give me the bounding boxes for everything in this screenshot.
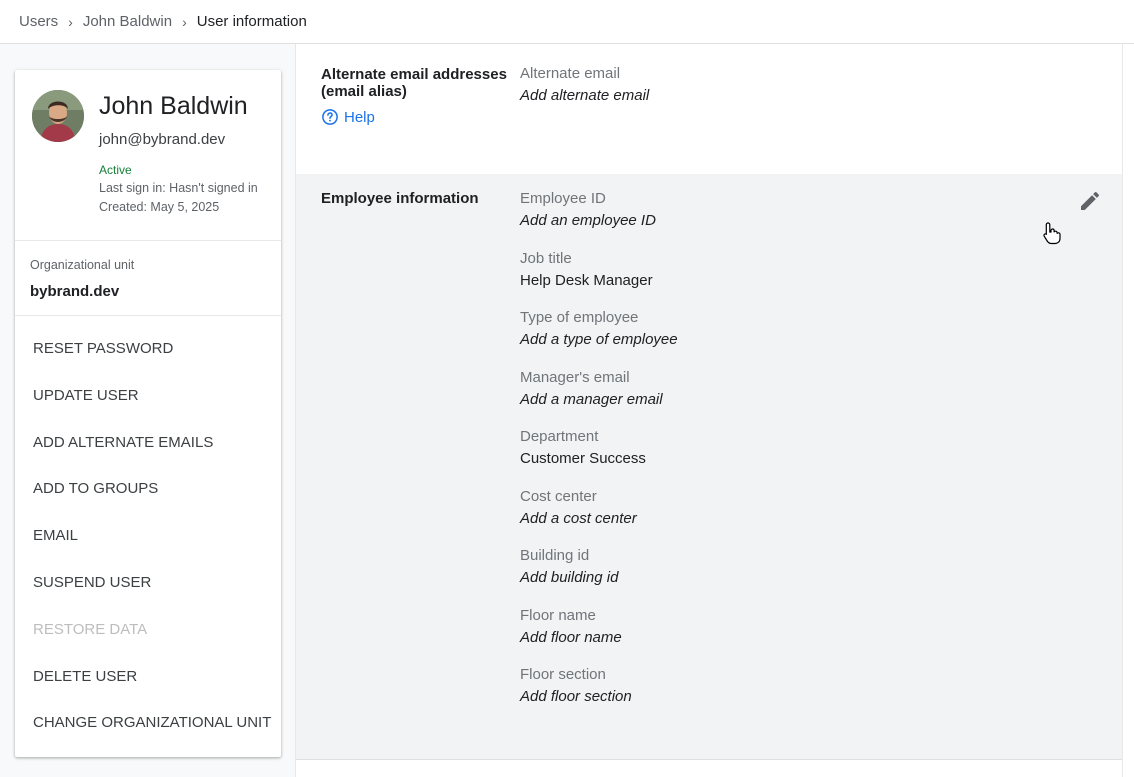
employee-section: Employee information Employee ID Add an …	[296, 174, 1124, 760]
field-value[interactable]: Add alternate email	[520, 87, 649, 105]
alias-section: Alternate email addresses (email alias) …	[296, 44, 1124, 174]
field-label: Floor name	[520, 606, 596, 624]
org-unit-value: bybrand.dev	[30, 283, 120, 300]
help-label: Help	[344, 108, 375, 126]
field-label: Manager's email	[520, 368, 630, 386]
breadcrumb-users[interactable]: Users	[19, 13, 58, 30]
field-value[interactable]: Add a cost center	[520, 510, 637, 528]
field-label: Department	[520, 428, 599, 445]
building-id-field: Building id Add building id	[520, 547, 618, 587]
job-title-field: Job title Help Desk Manager	[520, 250, 653, 290]
avatar	[32, 90, 84, 142]
field-label: Job title	[520, 249, 572, 267]
field-label: Floor section	[520, 666, 606, 683]
breadcrumb: Users › John Baldwin › User information	[0, 0, 1134, 44]
employee-section-title: Employee information	[321, 190, 479, 207]
field-value[interactable]: Add floor name	[520, 629, 622, 647]
field-label: Cost center	[520, 487, 597, 505]
org-unit-label: Organizational unit	[30, 258, 135, 272]
status-badge: Active	[99, 163, 132, 177]
field-value[interactable]: Add a manager email	[520, 391, 663, 409]
field-value[interactable]: Add an employee ID	[520, 212, 656, 230]
floor-name-field: Floor name Add floor name	[520, 607, 622, 647]
update-user-button[interactable]: UPDATE USER	[15, 373, 281, 420]
field-value[interactable]: Add floor section	[520, 688, 632, 706]
user-email: john@bybrand.dev	[99, 131, 226, 148]
alias-section-title: Alternate email addresses	[321, 66, 507, 83]
chevron-right-icon: ›	[182, 13, 187, 30]
org-unit: Organizational unit bybrand.dev	[15, 241, 281, 316]
field-value[interactable]: Add building id	[520, 569, 618, 587]
field-label: Building id	[520, 547, 590, 564]
alias-section-subtitle: (email alias)	[321, 83, 407, 100]
left-panel: John Baldwin john@bybrand.dev Active Las…	[0, 44, 295, 777]
change-organizational-unit-button[interactable]: CHANGE ORGANIZATIONAL UNIT	[15, 700, 281, 747]
breadcrumb-current: User information	[196, 13, 307, 30]
department-field: Department Customer Success	[520, 428, 646, 468]
email-button[interactable]: EMAIL	[15, 513, 281, 560]
field-value: Help Desk Manager	[520, 271, 653, 289]
add-alternate-emails-button[interactable]: ADD ALTERNATE EMAILS	[15, 420, 281, 467]
field-label: Alternate email	[520, 65, 621, 82]
hand-pointer-icon	[1043, 222, 1061, 245]
cost-center-field: Cost center Add a cost center	[520, 488, 637, 528]
help-link[interactable]: Help	[321, 108, 375, 126]
chevron-right-icon: ›	[68, 13, 73, 30]
add-to-groups-button[interactable]: ADD TO GROUPS	[15, 466, 281, 513]
breadcrumb-user[interactable]: John Baldwin	[83, 13, 172, 30]
manager-email-field: Manager's email Add a manager email	[520, 369, 663, 409]
type-of-employee-field: Type of employee Add a type of employee	[520, 309, 678, 349]
suspend-user-button[interactable]: SUSPEND USER	[15, 560, 281, 607]
reset-password-button[interactable]: RESET PASSWORD	[15, 326, 281, 373]
field-label: Employee ID	[520, 190, 606, 207]
scrollbar[interactable]	[1122, 44, 1134, 777]
field-value[interactable]: Add a type of employee	[520, 331, 678, 349]
employee-id-field: Employee ID Add an employee ID	[520, 190, 656, 230]
user-name: John Baldwin	[99, 92, 248, 120]
actions-list: RESET PASSWORD UPDATE USER ADD ALTERNATE…	[15, 316, 281, 747]
main-content: Alternate email addresses (email alias) …	[295, 44, 1124, 777]
field-label: Type of employee	[520, 309, 639, 326]
help-circle-icon	[322, 109, 338, 125]
created-date: Created: May 5, 2025	[99, 200, 220, 214]
field-value: Customer Success	[520, 450, 646, 467]
floor-section-field: Floor section Add floor section	[520, 666, 632, 706]
pencil-icon[interactable]	[1078, 189, 1102, 213]
user-profile: John Baldwin john@bybrand.dev Active Las…	[15, 70, 281, 241]
last-sign-in: Last sign in: Hasn't signed in	[99, 181, 258, 195]
restore-data-button: RESTORE DATA	[33, 620, 148, 638]
delete-user-button[interactable]: DELETE USER	[15, 654, 281, 701]
user-card: John Baldwin john@bybrand.dev Active Las…	[15, 70, 281, 757]
alternate-email-field: Alternate email Add alternate email	[520, 65, 649, 105]
